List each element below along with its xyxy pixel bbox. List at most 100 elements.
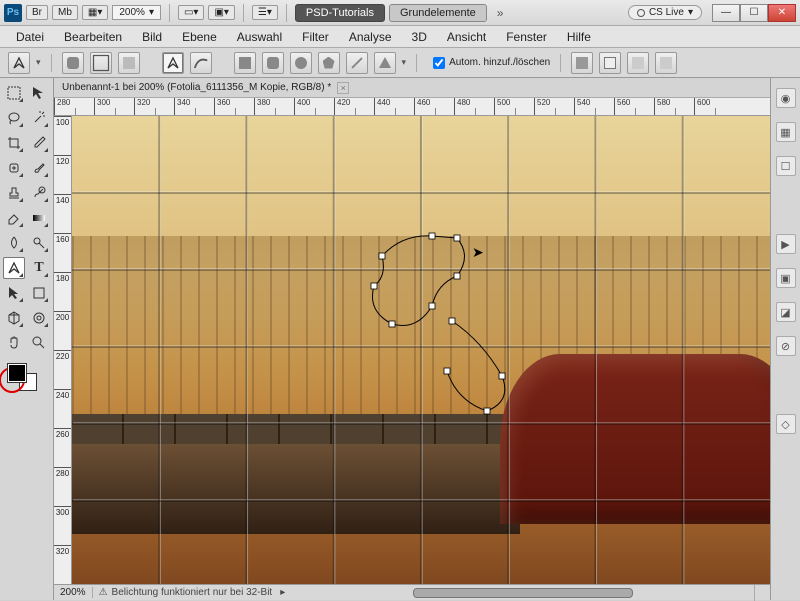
warning-icon: ⚠	[99, 587, 108, 598]
path-selection-tool[interactable]	[3, 282, 25, 304]
color-panel-icon[interactable]: ◉	[776, 88, 796, 108]
canvas[interactable]: ➤	[72, 116, 770, 584]
dodge-tool[interactable]	[28, 232, 50, 254]
menu-bild[interactable]: Bild	[132, 27, 172, 47]
menu-datei[interactable]: Datei	[6, 27, 54, 47]
zoom-level[interactable]: 200%	[54, 587, 93, 598]
freeform-pen-button[interactable]	[190, 52, 212, 74]
auto-add-delete-label: Autom. hinzuf./löschen	[449, 57, 550, 68]
shape-rect-button[interactable]	[234, 52, 256, 74]
crop-tool[interactable]	[3, 132, 25, 154]
adjustments-panel-icon[interactable]: ▶	[776, 234, 796, 254]
pathop-combine-button[interactable]	[571, 52, 593, 74]
ruler-tick: 320	[54, 545, 71, 584]
menu-bearbeiten[interactable]: Bearbeiten	[54, 27, 132, 47]
screenmode-chip[interactable]: ▣▾	[208, 5, 234, 20]
lasso-tool[interactable]	[3, 107, 25, 129]
pen-tool[interactable]	[3, 257, 25, 279]
ruler-tick: 200	[54, 311, 71, 350]
styles-panel-icon[interactable]: ☐	[776, 156, 796, 176]
color-swatches[interactable]	[3, 361, 50, 393]
shape-line-button[interactable]	[346, 52, 368, 74]
pathop-subtract-button[interactable]	[599, 52, 621, 74]
foreground-color[interactable]	[8, 364, 26, 382]
shape-tool[interactable]	[28, 282, 50, 304]
chevron-right-icon[interactable]: ▸	[280, 587, 285, 598]
menu-hilfe[interactable]: Hilfe	[557, 27, 601, 47]
cursor-icon: ➤	[472, 244, 484, 261]
heal-tool[interactable]	[3, 157, 25, 179]
extras-chip[interactable]: ☰▾	[252, 5, 278, 20]
marquee-tool[interactable]	[3, 82, 25, 104]
chevron-down-icon[interactable]: ▾	[402, 57, 407, 68]
menu-analyse[interactable]: Analyse	[339, 27, 402, 47]
close-document-icon[interactable]: ×	[337, 82, 349, 94]
vertical-ruler[interactable]: 100 120 140 160 180 200 220 240 260 280 …	[54, 116, 72, 584]
current-tool-icon[interactable]	[8, 52, 30, 74]
3d-tool[interactable]	[3, 307, 25, 329]
shape-polygon-button[interactable]	[318, 52, 340, 74]
mode-shapelayers-button[interactable]	[62, 52, 84, 74]
zoom-dropdown[interactable]: 200%▾	[112, 5, 161, 20]
auto-add-delete-input[interactable]	[433, 57, 445, 69]
chevron-down-icon: ▾	[149, 7, 154, 18]
close-button[interactable]: ✕	[768, 4, 796, 22]
ruler-tick: 220	[54, 350, 71, 389]
history-brush-tool[interactable]	[28, 182, 50, 204]
channels-panel-icon[interactable]: ⊘	[776, 336, 796, 356]
minibridge-chip[interactable]: Mb	[52, 5, 78, 20]
viewmode-chip[interactable]: ▦▾	[82, 5, 108, 20]
move-tool[interactable]	[28, 82, 50, 104]
zoom-tool[interactable]	[28, 332, 50, 354]
eyedropper-tool[interactable]	[28, 132, 50, 154]
brush-tool[interactable]	[28, 157, 50, 179]
active-path[interactable]	[362, 226, 562, 426]
chevron-down-icon[interactable]: ▾	[36, 57, 41, 68]
bridge-chip[interactable]: Br	[26, 5, 48, 20]
pathop-exclude-button[interactable]	[655, 52, 677, 74]
menu-ansicht[interactable]: Ansicht	[437, 27, 496, 47]
shape-custom-button[interactable]	[374, 52, 396, 74]
workspace-tab[interactable]: Grundelemente	[389, 4, 487, 22]
menu-fenster[interactable]: Fenster	[496, 27, 557, 47]
arrange-chip[interactable]: ▭▾	[178, 5, 204, 20]
eraser-tool[interactable]	[3, 207, 25, 229]
layers-panel-icon[interactable]: ◪	[776, 302, 796, 322]
cslive-button[interactable]: CS Live▾	[628, 5, 702, 20]
menu-ebene[interactable]: Ebene	[172, 27, 227, 47]
menu-filter[interactable]: Filter	[292, 27, 339, 47]
document-tab[interactable]: Unbenannt-1 bei 200% (Fotolia_6111356_M …	[54, 78, 770, 98]
shape-rrect-button[interactable]	[262, 52, 284, 74]
blur-tool[interactable]	[3, 232, 25, 254]
menu-auswahl[interactable]: Auswahl	[227, 27, 292, 47]
ruler-tick: 280	[54, 98, 94, 115]
pen-tool-button[interactable]	[162, 52, 184, 74]
scroll-corner	[754, 585, 770, 601]
workspace-tab-active[interactable]: PSD-Tutorials	[295, 4, 385, 22]
menu-3d[interactable]: 3D	[402, 27, 437, 47]
horizontal-scrollbar[interactable]	[413, 588, 633, 598]
paths-panel-icon[interactable]: ◇	[776, 414, 796, 434]
hand-tool[interactable]	[3, 332, 25, 354]
pathop-intersect-button[interactable]	[627, 52, 649, 74]
stamp-tool[interactable]	[3, 182, 25, 204]
swatches-panel-icon[interactable]: ▦	[776, 122, 796, 142]
minimize-button[interactable]: —	[712, 4, 740, 22]
collapsed-panels: ◉ ▦ ☐ ▶ ▣ ◪ ⊘ ◇	[770, 78, 800, 600]
horizontal-ruler[interactable]: 280 300 320 340 360 380 400 420 440 460 …	[54, 98, 770, 116]
ruler-tick: 420	[334, 98, 374, 115]
status-message: ⚠ Belichtung funktioniert nur bei 32-Bit…	[93, 587, 292, 598]
more-workspaces-icon[interactable]: »	[491, 6, 510, 20]
shape-ellipse-button[interactable]	[290, 52, 312, 74]
wand-tool[interactable]	[28, 107, 50, 129]
mode-fillpixels-button[interactable]	[118, 52, 140, 74]
auto-add-delete-checkbox[interactable]: Autom. hinzuf./löschen	[433, 57, 550, 69]
ruler-tick: 600	[694, 98, 734, 115]
gradient-tool[interactable]	[28, 207, 50, 229]
type-tool[interactable]: T	[28, 257, 50, 279]
tool-options-bar: ▾ ▾ Autom. hinzuf./löschen	[0, 48, 800, 78]
3d-camera-tool[interactable]	[28, 307, 50, 329]
maximize-button[interactable]: ☐	[740, 4, 768, 22]
masks-panel-icon[interactable]: ▣	[776, 268, 796, 288]
mode-paths-button[interactable]	[90, 52, 112, 74]
